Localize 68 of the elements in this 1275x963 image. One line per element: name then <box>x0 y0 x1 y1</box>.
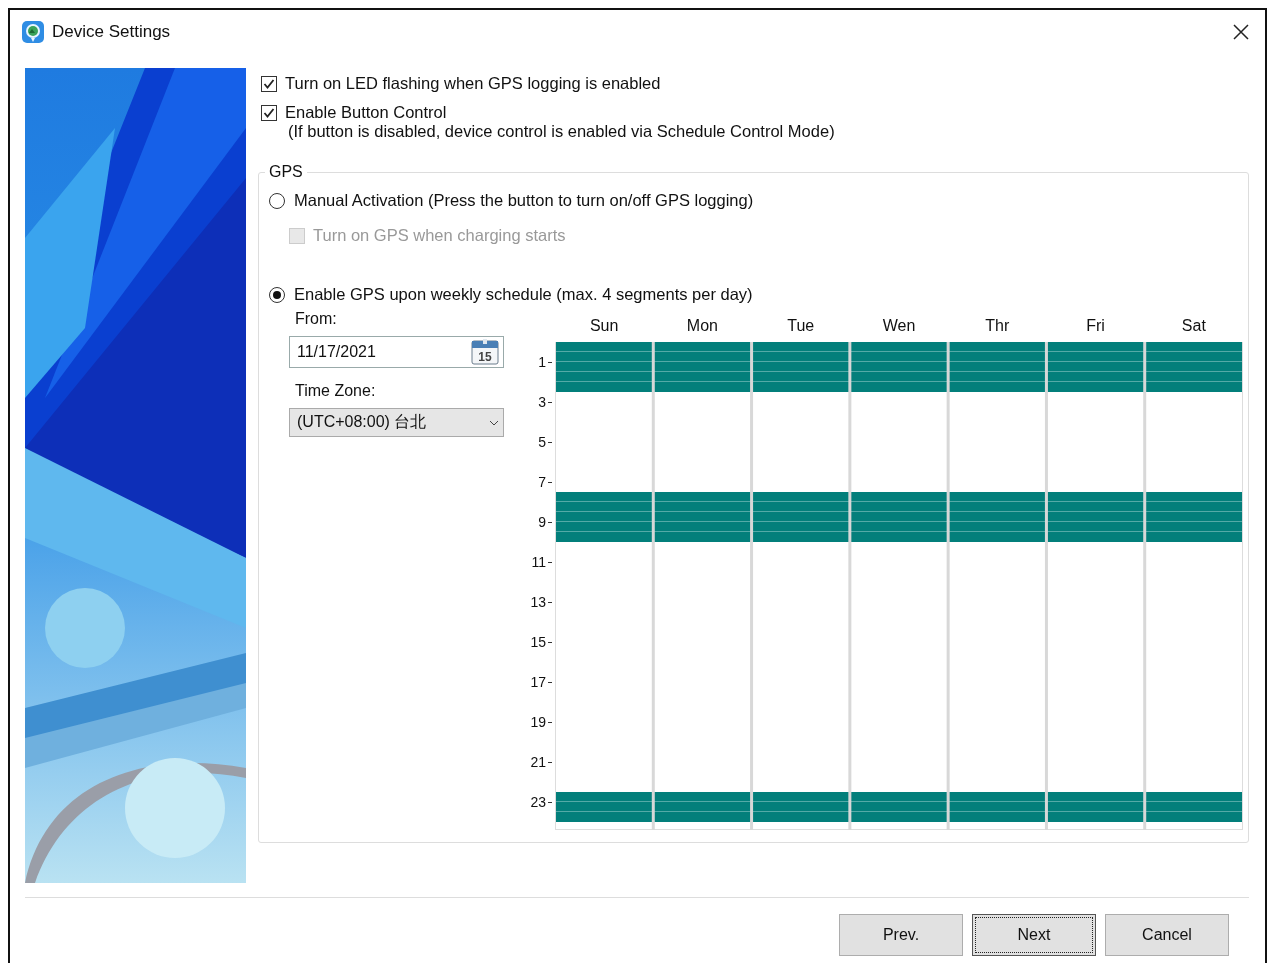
close-icon <box>1233 24 1249 40</box>
hour-label: 15 <box>530 634 546 650</box>
hour-label: 17 <box>530 674 546 690</box>
day-header: Mon <box>685 317 719 335</box>
tick-mark <box>548 762 552 763</box>
day-header: Sun <box>588 317 620 335</box>
tick-mark <box>548 642 552 643</box>
hour-label: 11 <box>531 554 546 570</box>
date-field[interactable]: 11/17/2021 15 <box>289 336 504 368</box>
active-time-slot[interactable] <box>556 492 1242 502</box>
active-time-slot[interactable] <box>556 512 1242 522</box>
hour-label: 13 <box>530 594 546 610</box>
radio-label: Enable GPS upon weekly schedule (max. 4 segments per day) <box>294 285 753 304</box>
checkbox-label: Turn on LED flashing when GPS logging is enabled <box>285 74 661 93</box>
from-label: From: <box>295 310 338 328</box>
tick-mark <box>548 522 552 523</box>
hour-label: 5 <box>538 434 546 450</box>
day-header: Fri <box>1085 317 1106 335</box>
active-time-slot[interactable] <box>556 372 1242 382</box>
tick-mark <box>548 722 552 723</box>
radio-button[interactable] <box>269 192 285 209</box>
active-time-slot[interactable] <box>556 532 1242 542</box>
hour-label: 19 <box>530 714 546 730</box>
active-time-slot[interactable] <box>556 362 1242 372</box>
day-header: Thr <box>984 317 1011 335</box>
checkbox-label: Turn on GPS when charging starts <box>313 226 566 245</box>
day-header: Wen <box>881 317 917 335</box>
hour-label: 23 <box>530 794 546 810</box>
chevron-down-icon <box>489 419 499 426</box>
tick-mark <box>548 482 552 483</box>
hour-label: 3 <box>538 394 546 410</box>
active-time-slot[interactable] <box>556 352 1242 362</box>
hour-label: 1 <box>538 354 546 370</box>
tick-mark <box>548 402 552 403</box>
active-time-slot[interactable] <box>556 802 1242 812</box>
dialog-button[interactable]: Prev. <box>839 914 963 956</box>
dialog-button[interactable]: Cancel <box>1105 914 1229 956</box>
window-title: Device Settings <box>52 22 172 42</box>
note-text: (If button is disabled, device control is enabled via Schedule Control Mode) <box>288 122 836 141</box>
active-time-slot[interactable] <box>556 382 1242 392</box>
active-time-slot[interactable] <box>556 342 1242 352</box>
timezone-label: Time Zone: <box>295 382 377 400</box>
day-header: Tue <box>786 317 816 335</box>
app-icon <box>22 21 44 43</box>
calendar-icon[interactable]: 15 <box>471 339 499 365</box>
hour-label: 21 <box>530 754 546 770</box>
tick-mark <box>548 602 552 603</box>
day-header: Sat <box>1180 317 1207 335</box>
tick-mark <box>548 562 552 563</box>
checkbox-label: Enable Button Control <box>285 103 447 122</box>
timezone-dropdown[interactable]: (UTC+08:00) 台北 <box>289 408 504 437</box>
radio-label: Manual Activation (Press the button to turn on/off GPS logging) <box>294 191 754 210</box>
radio-button[interactable] <box>269 286 285 303</box>
tick-mark <box>548 442 552 443</box>
active-time-slot[interactable] <box>556 792 1242 802</box>
group-title: GPS <box>268 163 304 181</box>
tick-mark <box>548 802 552 803</box>
active-time-slot[interactable] <box>556 502 1242 512</box>
active-time-slot[interactable] <box>556 522 1242 532</box>
hour-label: 9 <box>538 514 546 530</box>
dialog-button[interactable]: Next <box>972 914 1096 956</box>
hour-label: 7 <box>538 474 546 490</box>
tick-mark <box>548 682 552 683</box>
checkbox[interactable] <box>261 75 277 92</box>
active-time-slot[interactable] <box>556 812 1242 822</box>
tick-mark <box>548 362 552 363</box>
schedule-grid[interactable] <box>555 342 1243 830</box>
checkbox[interactable] <box>261 104 277 121</box>
